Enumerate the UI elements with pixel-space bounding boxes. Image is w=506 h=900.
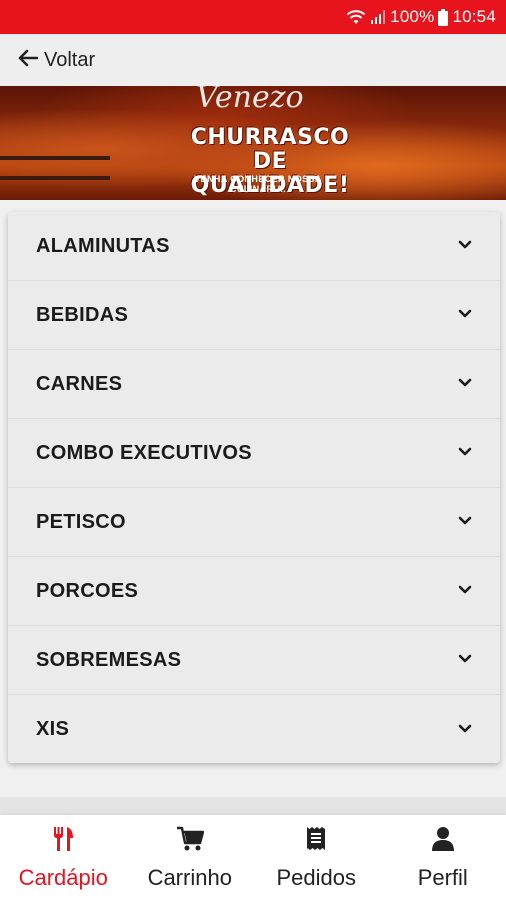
menu-category-sobremesas[interactable]: SOBREMESAS xyxy=(8,626,500,695)
battery-percent: 100% xyxy=(390,7,435,26)
top-bar: Voltar xyxy=(0,34,506,86)
status-bar: 100% 10:54 xyxy=(0,0,506,34)
nav-label: Perfil xyxy=(417,865,468,890)
banner-subline: VENHA CONHECER NOSSA CULINÁRIA. xyxy=(194,174,322,194)
content-footer-strip xyxy=(0,797,506,815)
clock: 10:54 xyxy=(452,7,496,26)
menu-category-alaminutas[interactable]: ALAMINUTAS xyxy=(8,212,500,281)
menu-category-label: XIS xyxy=(36,718,70,740)
signal-icon xyxy=(370,9,386,25)
grill-rod xyxy=(0,156,110,160)
chevron-down-icon xyxy=(458,237,472,255)
banner-logo: Venezo xyxy=(196,86,304,115)
nav-carrinho[interactable]: Carrinho xyxy=(127,815,254,900)
nav-cardapio[interactable]: Cardápio xyxy=(0,815,127,900)
receipt-icon xyxy=(305,826,327,857)
menu-category-petisco[interactable]: PETISCO xyxy=(8,488,500,557)
menu-category-label: PORCOES xyxy=(36,579,139,602)
wifi-icon xyxy=(346,9,366,25)
chevron-down-icon xyxy=(458,721,472,739)
menu-category-label: CARNES xyxy=(36,372,123,395)
menu-category-xis[interactable]: XIS xyxy=(8,695,500,764)
nav-label: Carrinho xyxy=(147,865,232,890)
chevron-down-icon xyxy=(458,582,472,600)
menu-category-combo-executivos[interactable]: COMBO EXECUTIVOS xyxy=(8,419,500,488)
menu-category-list: ALAMINUTAS BEBIDAS CARNES COMBO EXECUTIV… xyxy=(8,212,500,763)
grill-rod xyxy=(0,176,110,180)
menu-category-label: BEBIDAS xyxy=(36,303,129,326)
bottom-navigation: Cardápio Carrinho Pedidos Perfil xyxy=(0,815,506,900)
chevron-down-icon xyxy=(458,375,472,393)
arrow-left-icon xyxy=(18,49,39,72)
back-button[interactable]: Voltar xyxy=(18,49,95,72)
cutlery-icon xyxy=(52,826,74,857)
nav-perfil[interactable]: Perfil xyxy=(380,815,506,900)
menu-category-label: COMBO EXECUTIVOS xyxy=(36,441,252,464)
user-icon xyxy=(431,826,455,857)
chevron-down-icon xyxy=(458,651,472,669)
back-label: Voltar xyxy=(44,48,96,71)
menu-category-label: ALAMINUTAS xyxy=(36,234,170,257)
menu-category-label: PETISCO xyxy=(36,510,126,533)
nav-label: Cardápio xyxy=(18,865,108,890)
cart-icon xyxy=(176,826,204,857)
nav-pedidos[interactable]: Pedidos xyxy=(253,815,380,900)
menu-category-porcoes[interactable]: PORCOES xyxy=(8,557,500,626)
menu-category-label: SOBREMESAS xyxy=(36,648,182,671)
battery-icon xyxy=(438,8,449,26)
chevron-down-icon xyxy=(458,513,472,531)
restaurant-banner: Venezo CHURRASCO DE QUALIDADE! VENHA CON… xyxy=(0,86,506,200)
chevron-down-icon xyxy=(458,306,472,324)
chevron-down-icon xyxy=(458,444,472,462)
banner-headline-line1: CHURRASCO xyxy=(190,125,350,150)
menu-category-carnes[interactable]: CARNES xyxy=(8,350,500,419)
nav-label: Pedidos xyxy=(276,865,356,890)
menu-category-bebidas[interactable]: BEBIDAS xyxy=(8,281,500,350)
